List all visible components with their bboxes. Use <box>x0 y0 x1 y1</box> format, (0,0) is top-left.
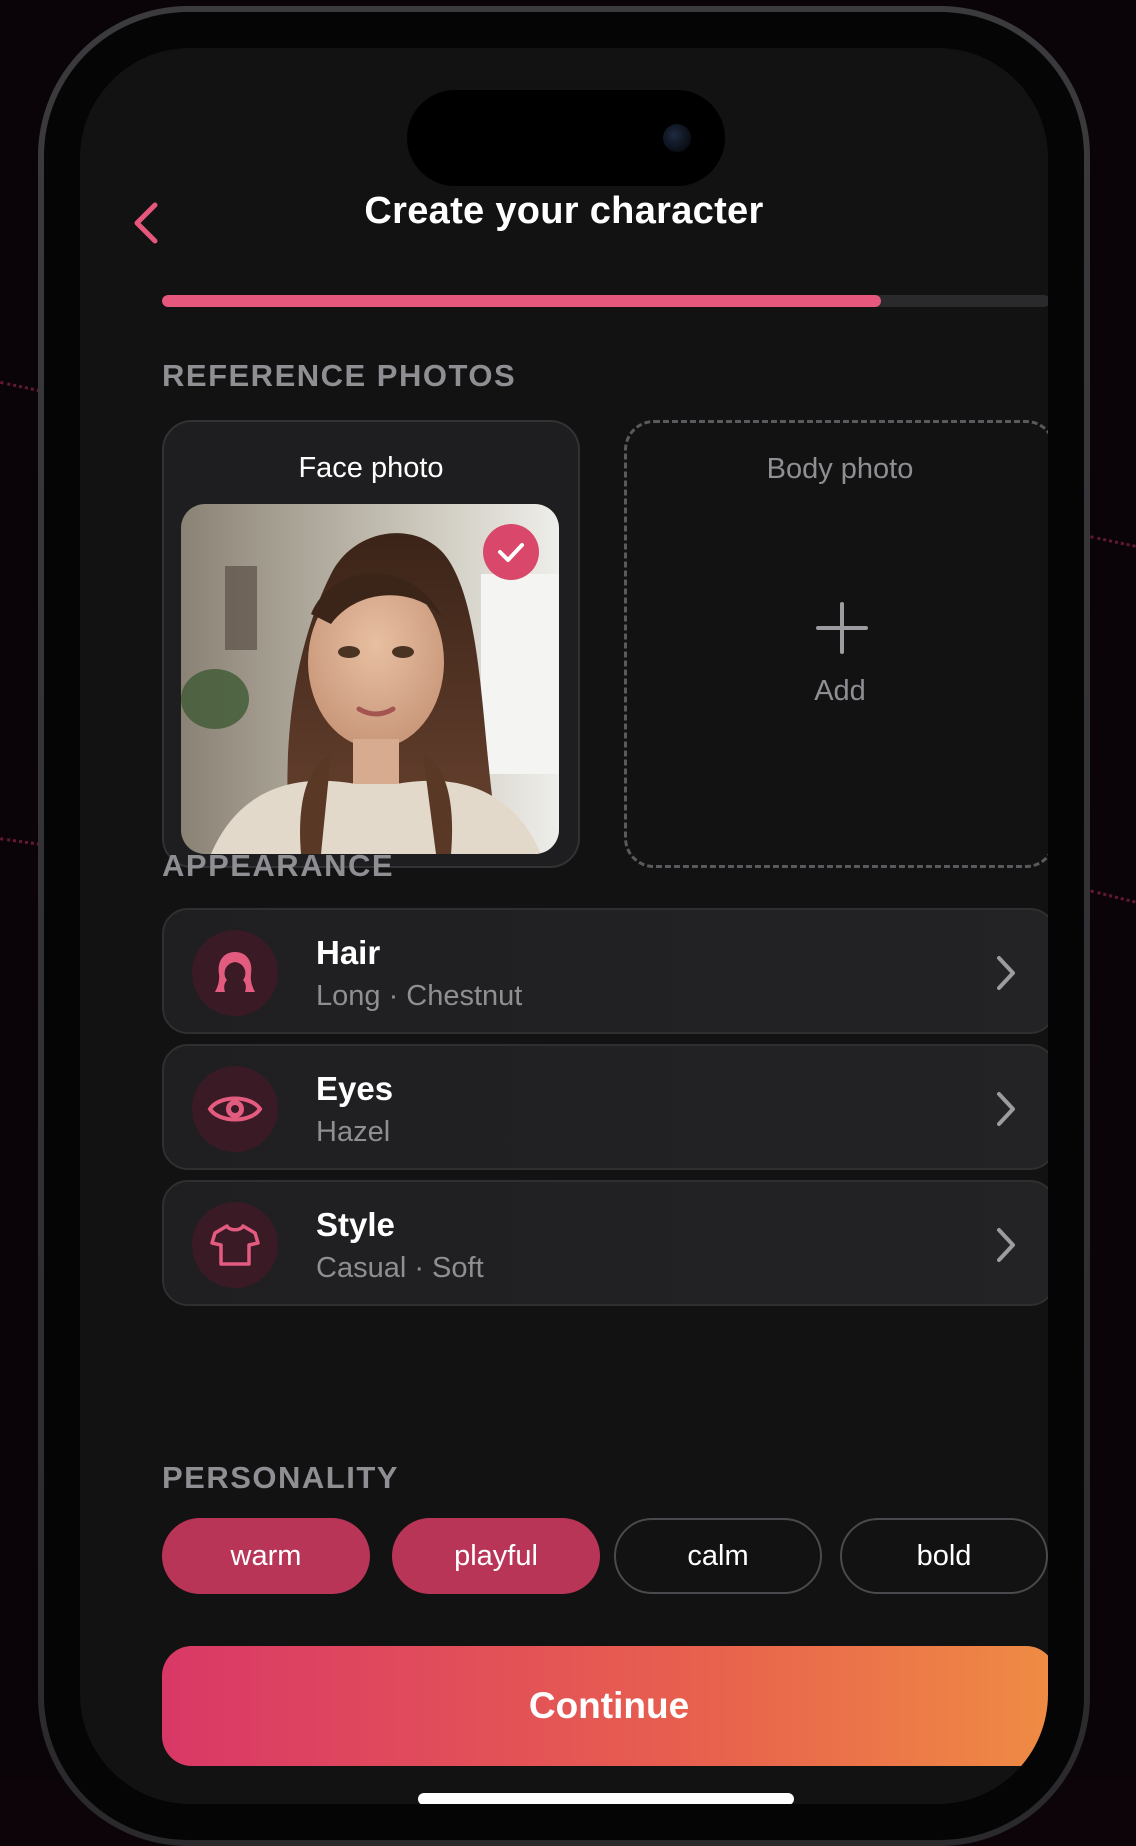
appearance-row-value: Long · Chestnut <box>316 980 523 1012</box>
plus-icon <box>816 602 868 654</box>
continue-button[interactable]: Continue <box>162 1646 1048 1766</box>
face-photo-image <box>181 504 559 854</box>
chevron-right-icon <box>997 956 1015 990</box>
appearance-row-eyes[interactable]: Eyes Hazel <box>162 1044 1048 1170</box>
eye-icon <box>207 1096 263 1122</box>
front-camera <box>663 124 691 152</box>
personality-chip-bold[interactable]: bold <box>840 1518 1048 1594</box>
appearance-row-style[interactable]: Style Casual · Soft <box>162 1180 1048 1306</box>
dynamic-island <box>407 90 725 186</box>
page-title: Create your character <box>364 190 764 232</box>
home-indicator <box>418 1793 794 1804</box>
appearance-row-title: Hair <box>316 934 381 971</box>
hair-icon <box>215 952 255 992</box>
personality-chip-warm[interactable]: warm <box>162 1518 370 1594</box>
appearance-row-value: Casual · Soft <box>316 1252 484 1284</box>
personality-chip-playful[interactable]: playful <box>392 1518 600 1594</box>
face-photo-title: Face photo <box>298 452 444 484</box>
check-icon <box>498 543 524 562</box>
chevron-right-icon <box>997 1092 1015 1126</box>
chevron-right-icon <box>997 1228 1015 1262</box>
shirt-icon <box>210 1224 260 1266</box>
section-label-reference-photos: REFERENCE PHOTOS <box>162 358 517 393</box>
shirt-icon-container <box>192 1202 278 1288</box>
body-photo-upload[interactable]: Body photo Add <box>624 420 1048 868</box>
selected-check-badge <box>483 524 539 580</box>
face-photo-card[interactable]: Face photo <box>162 420 580 868</box>
progress-fill <box>162 295 882 307</box>
add-label: Add <box>814 675 866 707</box>
section-label-appearance: APPEARANCE <box>162 848 395 883</box>
phone-frame: Create your character REFERENCE PHOTOS F… <box>38 6 1090 1846</box>
section-label-personality: PERSONALITY <box>162 1460 399 1495</box>
appearance-row-title: Style <box>316 1206 395 1243</box>
personality-chip-calm[interactable]: calm <box>614 1518 822 1594</box>
hair-icon-container <box>192 930 278 1016</box>
appearance-row-hair[interactable]: Hair Long · Chestnut <box>162 908 1048 1034</box>
app-screen: Create your character REFERENCE PHOTOS F… <box>80 48 1048 1804</box>
eye-icon-container <box>192 1066 278 1152</box>
appearance-row-title: Eyes <box>316 1070 394 1107</box>
appearance-row-value: Hazel <box>316 1116 391 1148</box>
body-photo-title: Body photo <box>766 453 914 485</box>
progress-bar <box>162 295 1048 307</box>
